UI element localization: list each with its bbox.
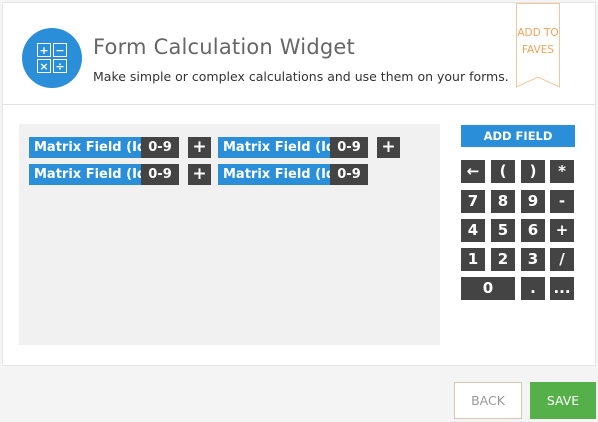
field-token-name: Matrix Field (Id bbox=[218, 164, 330, 185]
operator-token[interactable]: + bbox=[377, 137, 400, 158]
field-token-range: 0-9 bbox=[141, 164, 179, 185]
two-key[interactable]: 2 bbox=[491, 248, 515, 271]
field-token-name: Matrix Field (Id bbox=[218, 137, 330, 158]
close-paren-key[interactable]: ) bbox=[521, 160, 545, 183]
field-token-range: 0-9 bbox=[330, 164, 368, 185]
divide-key[interactable]: / bbox=[550, 248, 574, 271]
fave-label: ADD TO FAVES bbox=[516, 25, 560, 59]
seven-key[interactable]: 7 bbox=[461, 190, 485, 213]
fave-label-line1: ADD TO bbox=[517, 27, 559, 39]
field-token-range: 0-9 bbox=[330, 137, 368, 158]
multiply-key[interactable]: * bbox=[550, 160, 574, 183]
formula-area[interactable]: Matrix Field (Id 0-9 + Matrix Field (Id … bbox=[19, 124, 440, 345]
one-key[interactable]: 1 bbox=[461, 248, 485, 271]
field-token-name: Matrix Field (Id bbox=[29, 137, 141, 158]
add-field-button[interactable]: ADD FIELD bbox=[461, 125, 575, 147]
four-key[interactable]: 4 bbox=[461, 219, 485, 242]
calculator-symbol-grid: + − × ÷ bbox=[37, 43, 67, 73]
six-key[interactable]: 6 bbox=[521, 219, 545, 242]
widget-title: Form Calculation Widget bbox=[93, 35, 355, 59]
more-keys-button[interactable]: ... bbox=[550, 277, 574, 300]
back-button[interactable]: BACK bbox=[454, 382, 522, 419]
operator-token[interactable]: + bbox=[188, 164, 211, 185]
field-token-name: Matrix Field (Id bbox=[29, 164, 141, 185]
fave-label-line2: FAVES bbox=[521, 44, 555, 56]
zero-key[interactable]: 0 bbox=[461, 277, 515, 300]
field-token[interactable]: Matrix Field (Id 0-9 bbox=[29, 137, 179, 158]
five-key[interactable]: 5 bbox=[491, 219, 515, 242]
widget-header: + − × ÷ Form Calculation Widget Make sim… bbox=[3, 3, 595, 105]
widget-subtitle: Make simple or complex calculations and … bbox=[93, 69, 509, 84]
three-key[interactable]: 3 bbox=[521, 248, 545, 271]
calculator-icon: + − × ÷ bbox=[22, 28, 82, 88]
multiply-symbol: × bbox=[37, 59, 51, 73]
field-token[interactable]: Matrix Field (Id 0-9 bbox=[29, 164, 179, 185]
open-paren-key[interactable]: ( bbox=[491, 160, 515, 183]
field-token[interactable]: Matrix Field (Id 0-9 bbox=[218, 164, 368, 185]
nine-key[interactable]: 9 bbox=[521, 190, 545, 213]
field-token[interactable]: Matrix Field (Id 0-9 bbox=[218, 137, 368, 158]
ribbon-tail-icon bbox=[516, 73, 560, 88]
plus-key[interactable]: + bbox=[550, 219, 574, 242]
minus-key[interactable]: - bbox=[550, 190, 574, 213]
decimal-key[interactable]: . bbox=[521, 277, 545, 300]
operator-token[interactable]: + bbox=[188, 137, 211, 158]
minus-symbol: − bbox=[53, 43, 67, 57]
save-button[interactable]: SAVE bbox=[530, 382, 596, 419]
backspace-key[interactable]: ← bbox=[461, 160, 485, 183]
add-to-faves-button[interactable]: ADD TO FAVES bbox=[516, 3, 560, 89]
plus-symbol: + bbox=[37, 43, 51, 57]
field-token-range: 0-9 bbox=[141, 137, 179, 158]
divide-symbol: ÷ bbox=[53, 59, 67, 73]
eight-key[interactable]: 8 bbox=[491, 190, 515, 213]
